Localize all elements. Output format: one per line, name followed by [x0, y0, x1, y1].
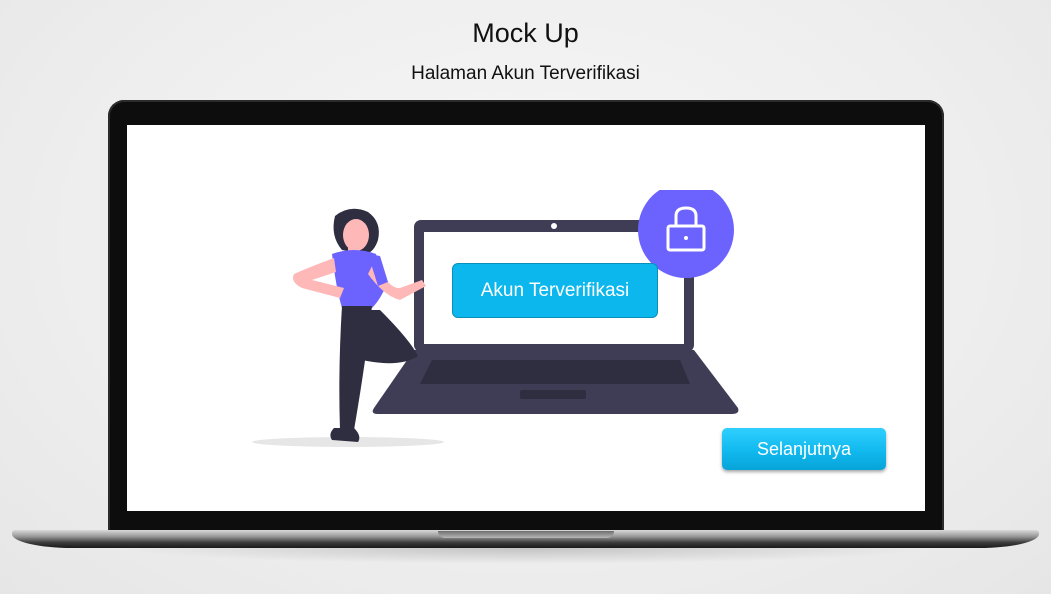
laptop-shadow — [120, 548, 930, 564]
page-title: Mock Up — [472, 18, 579, 48]
page-subtitle: Halaman Akun Terverifikasi — [411, 63, 640, 84]
mockup-stage: Mock Up Halaman Akun Terverifikasi Akun … — [0, 0, 1051, 594]
woman-shoe — [330, 428, 360, 442]
illustration-touchpad — [520, 390, 586, 399]
woman-bent-leg — [354, 310, 418, 364]
illustration-webcam — [551, 223, 557, 229]
verified-account-illustration — [252, 190, 739, 447]
laptop-notch — [438, 531, 614, 538]
illustration-keyboard — [420, 360, 690, 384]
next-button[interactable]: Selanjutnya — [722, 428, 886, 470]
padlock-keyhole — [684, 236, 688, 240]
verified-badge: Akun Terverifikasi — [452, 263, 658, 318]
